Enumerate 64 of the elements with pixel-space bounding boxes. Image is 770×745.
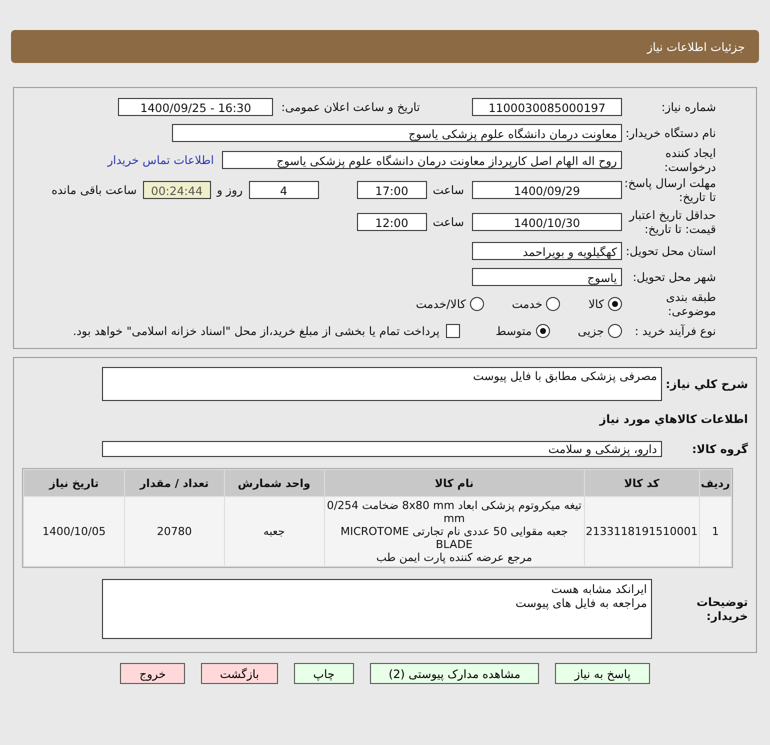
column-header: تاریخ نیاز [24, 470, 124, 496]
radio-button[interactable] [536, 324, 550, 338]
column-header: ردیف [700, 470, 731, 496]
column-header: کد کالا [584, 470, 699, 496]
action-button[interactable]: بازگشت [200, 663, 278, 684]
option-label: کالا/خدمت [416, 297, 466, 311]
radio-button[interactable] [470, 297, 484, 311]
need-number-field: 1100030085000197 [472, 98, 622, 116]
table-cell: جعبه [224, 497, 324, 566]
buyer-org-field: معاونت درمان دانشگاه علوم پزشکی یاسوج [172, 124, 622, 142]
table-cell: 1400/10/05 [24, 497, 124, 566]
validity-time-field: 12:00 [356, 213, 427, 231]
field-label: ساعت [432, 215, 464, 229]
column-header: تعداد / مقدار [125, 470, 224, 496]
table-cell: 1 [700, 497, 731, 566]
action-button[interactable]: چاپ [294, 663, 354, 684]
table-cell: 2133118191510001 [584, 497, 699, 566]
option-label: متوسط [496, 324, 532, 338]
field-label: شهر محل تحویل: [632, 270, 716, 284]
payment-note: پرداخت تمام یا بخشی از مبلغ خرید،از محل "اسناد خزانه اسلامی" خواهد بود. [72, 324, 440, 338]
action-button[interactable]: مشاهده مدارک پیوستی (2) [370, 663, 540, 684]
buyer-notes-field: ایرانکد مشابه هست مراجعه به فایل های پیوست [102, 579, 652, 639]
option-label: خدمت [512, 297, 542, 311]
radio-button[interactable] [608, 324, 622, 338]
radio-button[interactable] [608, 297, 622, 311]
days-field: 4 [248, 181, 319, 199]
province-field: کهگیلویه و بویراحمد [472, 242, 622, 260]
field-label: شماره نیاز: [660, 100, 716, 114]
field-label: حداقل تاریخ اعتبار قیمت: تا تاریخ: [628, 208, 716, 236]
requester-field: روح اله الهام اصل کارپرداز معاونت درمان دانشگاه علوم پزشکی یاسوج [222, 151, 622, 169]
field-label: توضیحات خریدار: [696, 595, 748, 623]
deadline-date-field: 1400/09/29 [472, 181, 622, 199]
field-label: نام دستگاه خریدار: [624, 126, 716, 140]
remaining-time-field: 00:24:44 [142, 181, 211, 199]
action-button[interactable]: خروج [120, 663, 185, 684]
field-label: استان محل تحویل: [624, 244, 716, 258]
deadline-time-field: 17:00 [356, 181, 427, 199]
field-label: ساعت باقی مانده [52, 183, 137, 197]
field-label: نوع فرآیند خرید : [634, 324, 716, 338]
field-label: گروه کالا: [691, 442, 748, 456]
city-field: یاسوج [472, 268, 622, 286]
description-field: مصرفی پزشکی مطابق با فایل پیوست [102, 367, 662, 401]
field-label: تاریخ و ساعت اعلان عمومی: [281, 100, 420, 114]
field-label: روز و [216, 183, 243, 197]
table-cell: تیغه میکروتوم پزشکی ابعاد 8x80 mm ضخامت 0/254 mm جعبه مقوایی 50 عددی نام تجارتی MICROTOME BLADE مرجع عرضه کننده پارت ایمن طب [324, 497, 584, 566]
page-title: جزئیات اطلاعات نیاز [647, 40, 745, 54]
section-title: اطلاعات کالاهاي مورد نياز [598, 412, 748, 426]
radio-button[interactable] [546, 297, 560, 311]
column-header: واحد شمارش [224, 470, 324, 496]
field-label: شرح کلي نياز: [664, 377, 748, 391]
contact-link[interactable]: اطلاعات تماس خریدار [107, 153, 214, 167]
validity-date-field: 1400/10/30 [472, 213, 622, 231]
field-label: مهلت ارسال پاسخ: تا تاریخ: [623, 176, 716, 204]
option-label: کالا [588, 297, 604, 311]
field-label: ایجاد کننده درخواست: [663, 146, 716, 174]
checkbox[interactable] [446, 324, 460, 338]
field-label: طبقه بندی موضوعی: [665, 290, 716, 318]
column-header: نام کالا [324, 470, 584, 496]
announce-date-field: 1400/09/25 - 16:30 [118, 98, 274, 116]
goods-group-field: دارو، پزشکی و سلامت [102, 441, 662, 457]
action-button[interactable]: پاسخ به نیاز [555, 663, 650, 684]
table-cell: 20780 [125, 497, 224, 566]
option-label: جزیی [578, 324, 604, 338]
field-label: ساعت [432, 183, 464, 197]
